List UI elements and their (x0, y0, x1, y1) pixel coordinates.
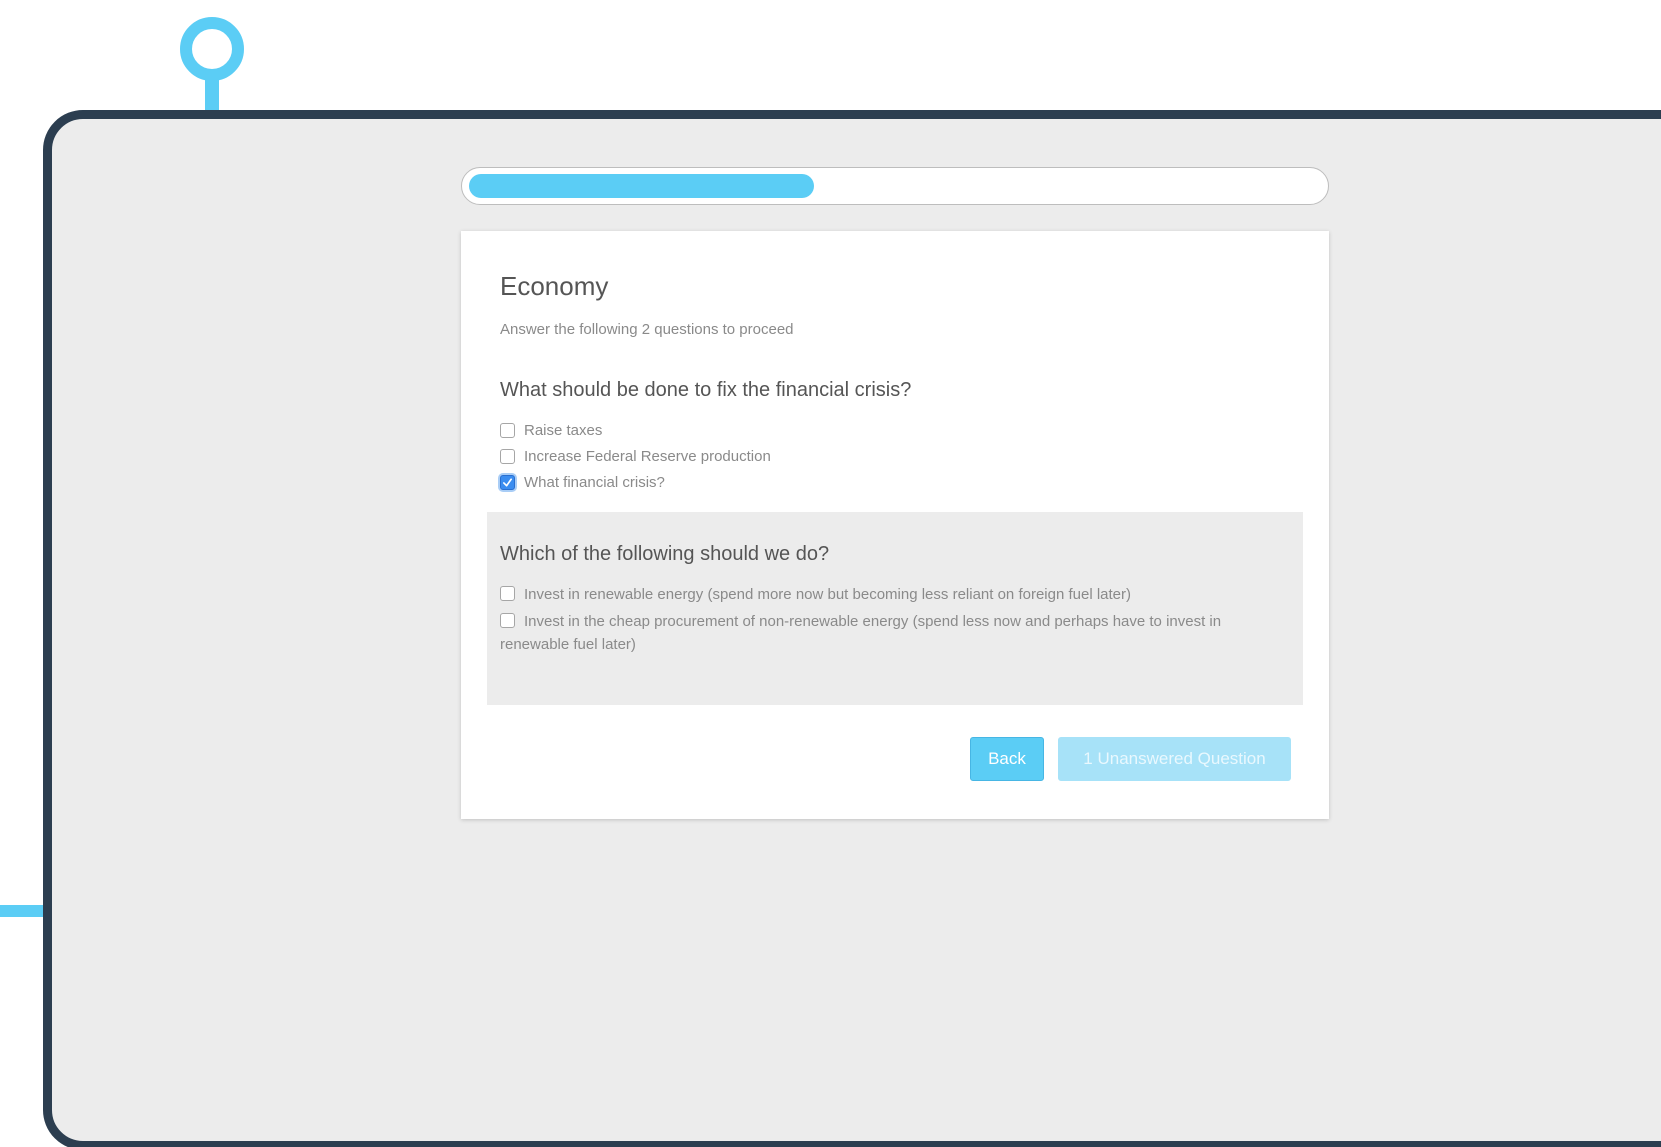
checkbox[interactable] (500, 586, 515, 601)
checkbox[interactable] (500, 475, 515, 490)
option-label: What financial crisis? (524, 474, 665, 491)
progress-fill (469, 174, 814, 198)
location-pin-icon (180, 17, 244, 81)
checkbox[interactable] (500, 613, 515, 628)
option-label: Invest in the cheap procurement of non-r… (500, 613, 1222, 653)
option-increase-federal-reserve[interactable]: Increase Federal Reserve production (500, 445, 1293, 468)
question-2-options: Invest in renewable energy (spend more n… (500, 582, 1279, 659)
option-label: Increase Federal Reserve production (524, 448, 771, 465)
option-label: Invest in renewable energy (spend more n… (524, 586, 1132, 603)
progress-bar (461, 167, 1329, 205)
section-title: Economy (500, 271, 609, 301)
option-what-financial-crisis[interactable]: What financial crisis? (500, 471, 1293, 494)
option-invest-renewable[interactable]: Invest in renewable energy (spend more n… (500, 582, 1279, 606)
back-button[interactable]: Back (970, 737, 1044, 781)
checkbox[interactable] (500, 423, 515, 438)
question-2-block: Which of the following should we do? Inv… (487, 512, 1303, 705)
checkmark-icon (503, 478, 512, 487)
unanswered-question-button[interactable]: 1 Unanswered Question (1058, 737, 1291, 781)
survey-card: Economy Answer the following 2 questions… (461, 231, 1329, 819)
action-bar: Back 1 Unanswered Question (970, 737, 1291, 781)
checkbox[interactable] (500, 449, 515, 464)
stage: Economy Answer the following 2 questions… (0, 0, 1661, 1147)
option-raise-taxes[interactable]: Raise taxes (500, 419, 1293, 442)
option-invest-non-renewable[interactable]: Invest in the cheap procurement of non-r… (500, 609, 1279, 656)
question-1-title: What should be done to fix the financial… (500, 379, 912, 401)
option-label: Raise taxes (524, 422, 603, 439)
instructions-text: Answer the following 2 questions to proc… (500, 321, 794, 338)
question-2-title: Which of the following should we do? (500, 543, 830, 565)
question-1-options: Raise taxes Increase Federal Reserve pro… (500, 419, 1293, 497)
